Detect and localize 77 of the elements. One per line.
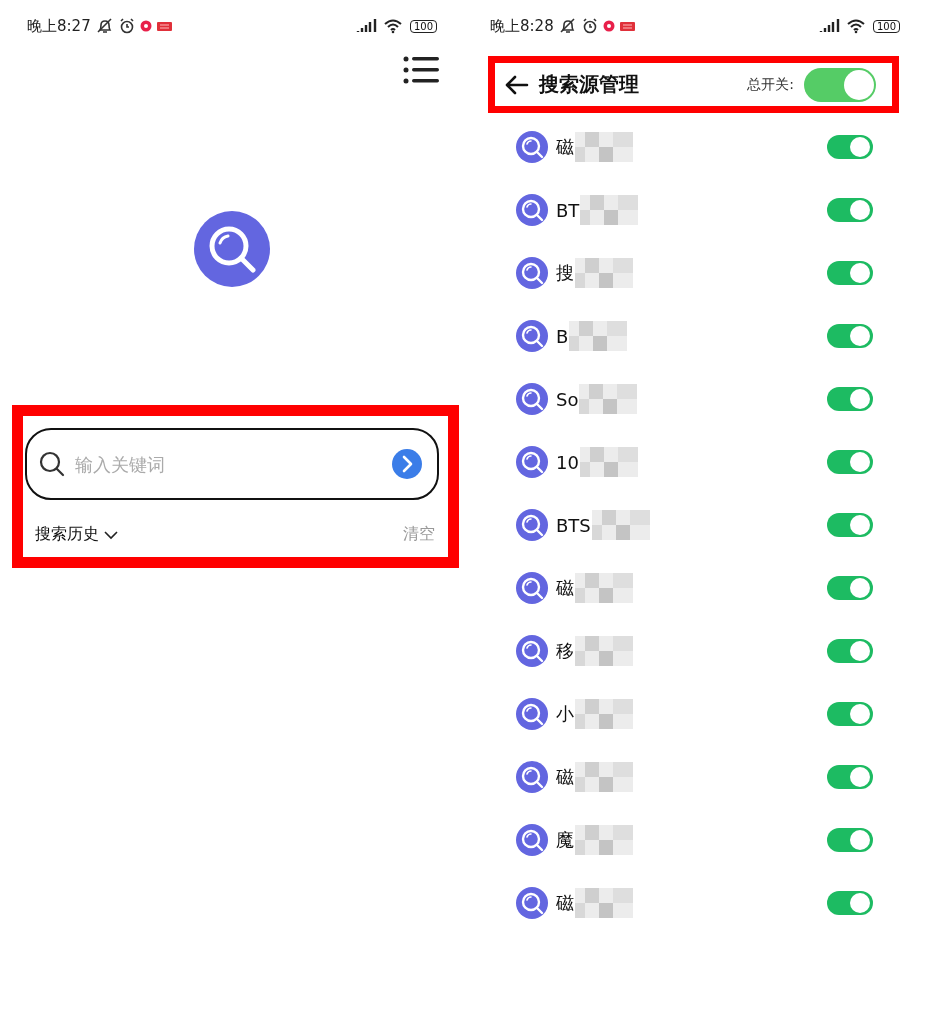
source-icon: [516, 572, 548, 604]
go-button[interactable]: [391, 448, 423, 480]
source-name: B: [556, 325, 569, 347]
alarm-icon: [581, 18, 598, 34]
status-time: 晚上8:28: [490, 16, 554, 36]
source-toggle[interactable]: [827, 324, 873, 348]
source-icon: [516, 698, 548, 730]
search-icon: [39, 451, 65, 477]
mosaic-redaction: [575, 573, 633, 603]
mosaic-redaction: [575, 888, 633, 918]
source-toggle[interactable]: [827, 891, 873, 915]
chevron-icon: [103, 529, 119, 540]
source-icon: [516, 887, 548, 919]
source-toggle[interactable]: [827, 513, 873, 537]
status-time: 晚上8:27: [27, 16, 91, 36]
master-switch[interactable]: [804, 67, 876, 102]
source-name: BT: [556, 199, 580, 221]
source-icon: [516, 509, 548, 541]
news-badge-icon: [619, 21, 635, 31]
source-name: 小: [556, 702, 574, 726]
source-name: 磁: [556, 891, 574, 915]
source-icon: [516, 824, 548, 856]
mosaic-redaction: [575, 132, 633, 162]
source-icon: [516, 194, 548, 226]
mosaic-redaction: [579, 384, 638, 414]
app-notification-icon: [139, 20, 152, 32]
source-name: 磁: [556, 135, 574, 159]
source-icon: [516, 761, 548, 793]
source-toggle[interactable]: [827, 135, 873, 159]
source-toggle[interactable]: [827, 765, 873, 789]
mosaic-redaction: [591, 510, 650, 540]
source-name: 10: [556, 451, 579, 473]
news-badge-icon: [156, 21, 172, 31]
search-input[interactable]: 输入关键词: [73, 452, 383, 476]
source-toggle[interactable]: [827, 639, 873, 663]
mosaic-redaction: [575, 258, 633, 288]
app-notification-icon: [602, 20, 615, 32]
source-name: So: [556, 388, 579, 410]
source-icon: [516, 320, 548, 352]
source-toggle[interactable]: [827, 450, 873, 474]
source-icon: [516, 635, 548, 667]
signal-icon: [818, 18, 841, 34]
page-title: 搜索源管理: [539, 71, 639, 98]
mosaic-redaction: [575, 825, 633, 855]
source-name: 魔: [556, 828, 574, 852]
source-icon: [516, 131, 548, 163]
muted-bell-icon: [558, 18, 577, 34]
signal-icon: [355, 18, 378, 34]
mosaic-redaction: [575, 699, 633, 729]
source-name: BTS: [556, 514, 591, 536]
master-switch-label: 总开关:: [747, 75, 794, 94]
mosaic-redaction: [569, 321, 628, 351]
source-icon: [516, 446, 548, 478]
search-history-toggle[interactable]: 搜索历史: [35, 524, 119, 545]
source-name: 搜: [556, 261, 574, 285]
muted-bell-icon: [95, 18, 114, 34]
source-toggle[interactable]: [827, 261, 873, 285]
source-icon: [516, 383, 548, 415]
source-toggle[interactable]: [827, 198, 873, 222]
search-logo-icon: [192, 210, 271, 288]
battery-indicator: 100: [409, 19, 437, 33]
source-name: 移: [556, 639, 574, 663]
source-toggle[interactable]: [827, 702, 873, 726]
back-icon[interactable]: [505, 74, 529, 95]
source-toggle[interactable]: [827, 828, 873, 852]
mosaic-redaction: [579, 447, 638, 477]
source-name: 磁: [556, 576, 574, 600]
alarm-icon: [118, 18, 135, 34]
source-toggle[interactable]: [827, 387, 873, 411]
source-icon: [516, 257, 548, 289]
menu-icon[interactable]: [403, 56, 439, 84]
source-name: 磁: [556, 765, 574, 789]
battery-indicator: 100: [872, 19, 900, 33]
mosaic-redaction: [575, 762, 633, 792]
mosaic-redaction: [575, 636, 633, 666]
mosaic-redaction: [580, 195, 639, 225]
source-toggle[interactable]: [827, 576, 873, 600]
